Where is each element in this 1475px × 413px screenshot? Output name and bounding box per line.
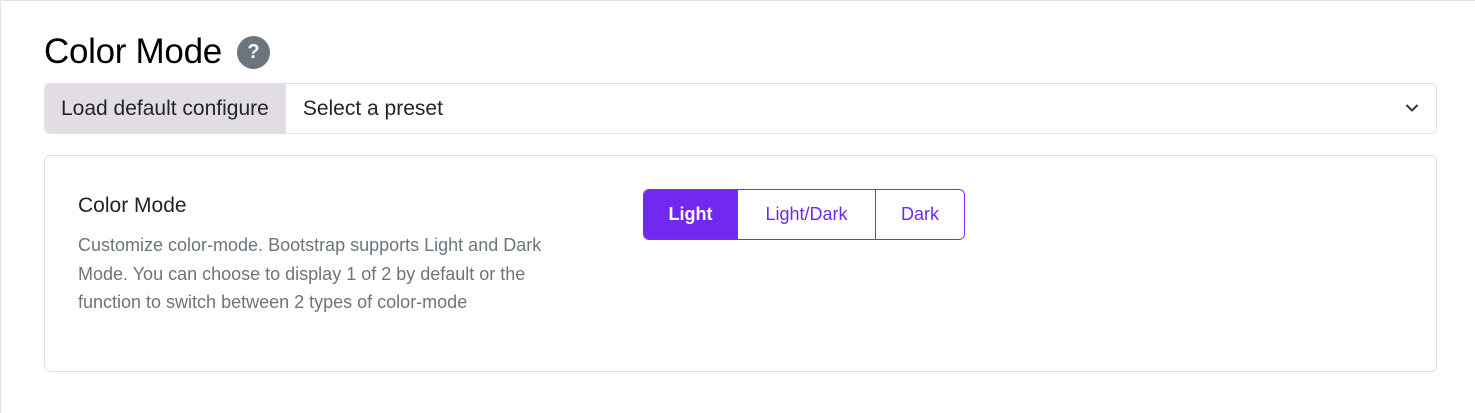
dark-mode-button[interactable]: Dark (875, 190, 964, 239)
light-dark-mode-button[interactable]: Light/Dark (737, 190, 875, 239)
chevron-down-icon (1406, 104, 1418, 111)
color-mode-card: Color Mode Customize color-mode. Bootstr… (44, 155, 1437, 372)
question-circle-icon[interactable]: ? (236, 35, 270, 69)
preset-input-group: Load default configure Select a preset (44, 83, 1437, 134)
light-mode-button[interactable]: Light (644, 190, 737, 239)
page-title: Color Mode (44, 32, 222, 71)
preset-select-value: Select a preset (302, 96, 443, 120)
color-mode-toggle-group: Light Light/Dark Dark (643, 189, 965, 240)
title-row: Color Mode ? (44, 30, 270, 74)
preset-label: Load default configure (45, 84, 286, 133)
preset-select[interactable]: Select a preset (286, 84, 1436, 133)
setting-title: Color Mode (78, 194, 187, 217)
setting-description: Customize color-mode. Bootstrap supports… (78, 235, 542, 312)
